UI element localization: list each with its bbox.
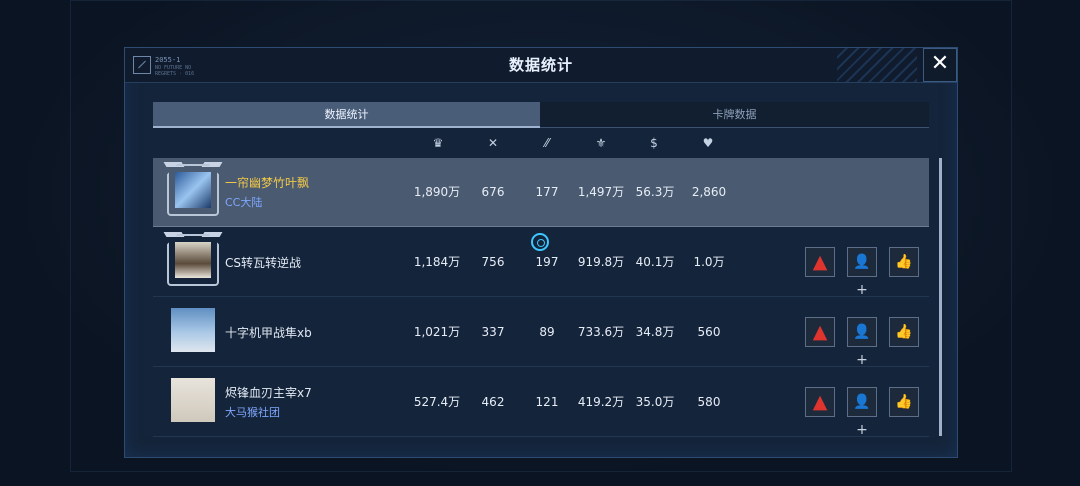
add-friend-button[interactable]: 👤+ — [847, 247, 877, 298]
stat-damage: 1,497万 — [577, 185, 625, 199]
warning-icon: ▲ — [812, 321, 828, 343]
stat-headshots: 177 — [535, 185, 559, 199]
dollar-icon: $ — [650, 136, 658, 150]
report-button[interactable]: ▲ — [805, 317, 835, 347]
column-header-icons: ♛ ✕ ⁄⁄ ⚜ $ ♥ — [125, 136, 957, 152]
player-name: 烬锋血刃主宰x7 — [225, 386, 312, 400]
add-user-icon: 👤+ — [853, 394, 871, 438]
add-friend-button[interactable]: 👤+ — [847, 387, 877, 438]
like-button[interactable]: 👍 — [889, 317, 919, 347]
swords-icon: ✕ — [487, 136, 499, 150]
slash-icon: ⁄⁄ — [544, 136, 549, 150]
stat-headshots: 121 — [535, 395, 559, 409]
scrollbar-thumb[interactable] — [939, 158, 942, 436]
player-name: 十字机甲战隼xb — [225, 326, 312, 340]
stat-money: 40.1万 — [635, 255, 675, 269]
stat-kills: 337 — [481, 325, 505, 339]
thumbs-up-icon: 👍 — [895, 324, 913, 340]
avatar-image — [175, 172, 211, 208]
report-button[interactable]: ▲ — [805, 387, 835, 417]
avatar-image — [171, 378, 215, 422]
like-button[interactable]: 👍 — [889, 387, 919, 417]
thumbs-up-icon: 👍 — [895, 254, 913, 270]
avatar-image — [175, 242, 211, 278]
player-name: 一帘幽梦竹叶飘 — [225, 176, 310, 190]
stat-headshots: 89 — [539, 325, 555, 339]
player-club[interactable]: 大马猴社团 — [225, 404, 280, 420]
avatar — [167, 234, 219, 286]
stat-money: 56.3万 — [635, 185, 675, 199]
dialog-title: 数据统计 — [508, 56, 573, 74]
like-button[interactable]: 👍 — [889, 247, 919, 277]
rank-icon: ♛ — [432, 136, 444, 150]
close-button[interactable]: ✕ — [923, 48, 957, 82]
player-row[interactable]: 一帘幽梦竹叶飘 CC大陆 1,890万 676 177 1,497万 56.3万… — [153, 158, 929, 227]
warning-icon: ▲ — [812, 251, 828, 273]
stat-score: 1,184万 — [413, 255, 461, 269]
stat-kills: 756 — [481, 255, 505, 269]
stat-damage: 919.8万 — [577, 255, 625, 269]
stat-score: 527.4万 — [413, 395, 461, 409]
player-name: CS转瓦转逆战 — [225, 256, 301, 270]
tab-card-data[interactable]: 卡牌数据 — [540, 102, 929, 128]
scrollbar[interactable] — [939, 158, 942, 436]
thumbs-up-icon: 👍 — [895, 394, 913, 410]
stat-score: 1,890万 — [413, 185, 461, 199]
report-button[interactable]: ▲ — [805, 247, 835, 277]
player-list: 一帘幽梦竹叶飘 CC大陆 1,890万 676 177 1,497万 56.3万… — [153, 156, 929, 438]
stat-kills: 676 — [481, 185, 505, 199]
heart-icon: ♥ — [702, 136, 714, 150]
close-icon: ✕ — [930, 51, 950, 76]
shield-icon: ⚜ — [595, 136, 607, 150]
add-user-icon: 👤+ — [853, 324, 871, 368]
stat-support: 1.0万 — [693, 255, 725, 269]
stat-money: 34.8万 — [635, 325, 675, 339]
stat-score: 1,021万 — [413, 325, 461, 339]
avatar — [171, 308, 215, 352]
crosshair-cursor-icon — [531, 233, 549, 251]
stat-kills: 462 — [481, 395, 505, 409]
tab-data-stats[interactable]: 数据统计 — [153, 102, 540, 128]
avatar — [171, 378, 215, 422]
avatar-image — [171, 308, 215, 352]
add-friend-button[interactable]: 👤+ — [847, 317, 877, 368]
dialog-titlebar: 2055-1 NO FUTURE NO REGRETS · 016 数据统计 ✕ — [125, 48, 957, 83]
stats-dialog: 2055-1 NO FUTURE NO REGRETS · 016 数据统计 ✕… — [124, 47, 958, 458]
player-row[interactable]: 十字机甲战隼xb 1,021万 337 89 733.6万 34.8万 560 … — [153, 298, 929, 368]
decorative-stripes — [837, 48, 917, 82]
warning-icon: ▲ — [812, 391, 828, 413]
player-club[interactable]: CC大陆 — [225, 194, 262, 210]
avatar — [167, 164, 219, 216]
stat-money: 35.0万 — [635, 395, 675, 409]
stat-damage: 419.2万 — [577, 395, 625, 409]
stat-support: 580 — [697, 395, 721, 409]
stat-damage: 733.6万 — [577, 325, 625, 339]
tab-bar: 数据统计 卡牌数据 — [153, 102, 929, 128]
player-row[interactable]: 烬锋血刃主宰x7 大马猴社团 527.4万 462 121 419.2万 35.… — [153, 368, 929, 438]
add-user-icon: 👤+ — [853, 254, 871, 298]
stat-support: 560 — [697, 325, 721, 339]
stat-support: 2,860 — [691, 185, 727, 199]
